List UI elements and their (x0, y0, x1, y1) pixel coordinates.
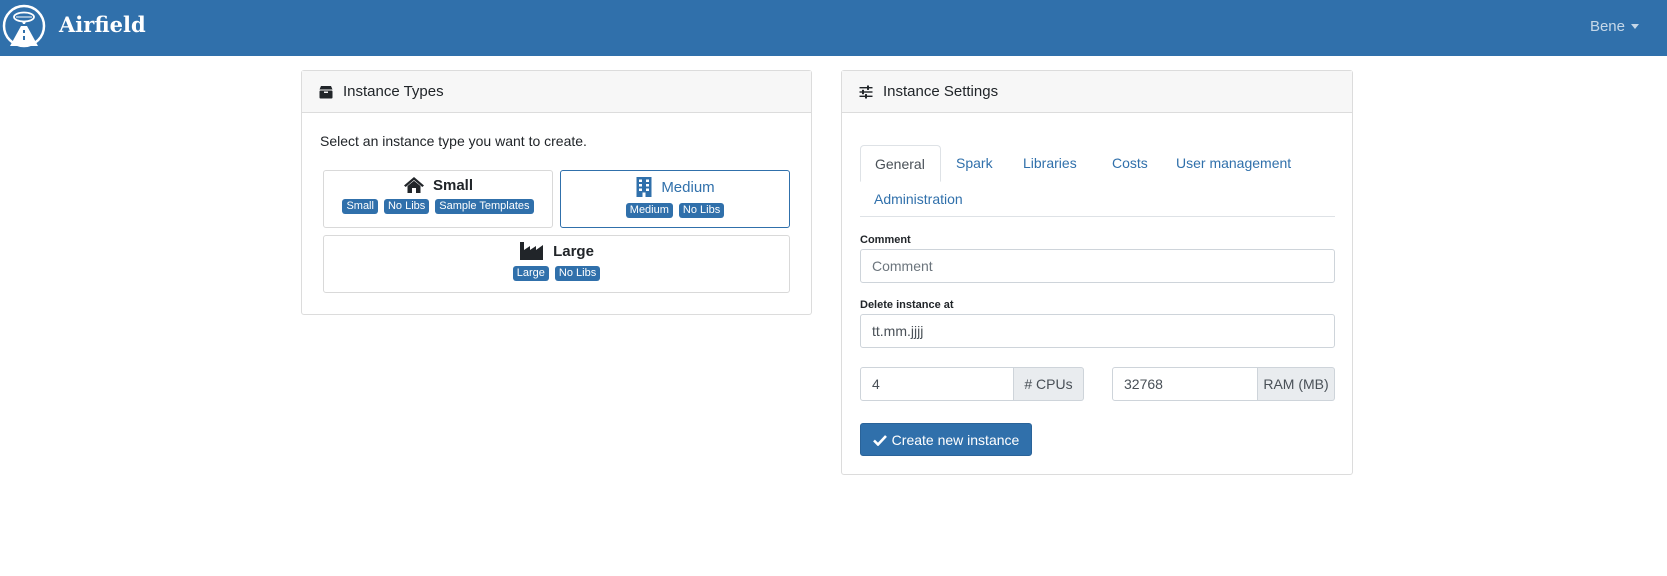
instance-types-intro: Select an instance type you want to crea… (320, 133, 587, 149)
instance-settings-card: Instance Settings General Spark Librarie… (841, 70, 1353, 475)
tab-libraries[interactable]: Libraries (1023, 155, 1077, 171)
tab-user-management[interactable]: User management (1176, 155, 1291, 171)
ram-input[interactable] (1112, 367, 1258, 401)
chevron-down-icon (1631, 24, 1639, 29)
app-title[interactable]: Airfield (59, 12, 146, 37)
comment-input[interactable] (860, 249, 1335, 283)
industry-icon (520, 242, 544, 260)
instance-settings-title: Instance Settings (883, 83, 999, 100)
instance-type-medium[interactable]: Medium Medium No Libs (560, 170, 790, 228)
comment-label: Comment (860, 234, 911, 246)
user-name: Bene (1589, 18, 1625, 35)
tab-spark[interactable]: Spark (956, 155, 993, 171)
instance-types-header: Instance Types (302, 71, 811, 113)
badge: Medium (625, 203, 673, 218)
ram-addon: RAM (MB) (1258, 367, 1335, 401)
delete-instance-label: Delete instance at (860, 299, 954, 311)
delete-date-input[interactable] (860, 314, 1335, 348)
cpus-input[interactable] (860, 367, 1014, 401)
create-instance-button[interactable]: Create new instance (860, 423, 1032, 456)
instance-types-card: Instance Types Select an instance type y… (301, 70, 812, 315)
create-button-label: Create new instance (891, 431, 1020, 448)
box-icon (319, 85, 333, 98)
badge: No Libs (554, 266, 601, 281)
tab-general[interactable]: General (860, 145, 941, 182)
airship-logo-icon[interactable] (2, 4, 46, 48)
sliders-icon (859, 85, 873, 98)
tab-costs[interactable]: Costs (1112, 155, 1148, 171)
badge: No Libs (678, 203, 725, 218)
building-icon (636, 177, 652, 197)
badge: No Libs (383, 199, 430, 214)
cpus-addon: # CPUs (1014, 367, 1084, 401)
user-menu-dropdown[interactable]: Bene (1590, 18, 1639, 35)
instance-settings-header: Instance Settings (842, 71, 1352, 113)
badge: Large (512, 266, 549, 281)
home-icon (403, 177, 424, 193)
checkmark-icon (872, 434, 887, 446)
settings-tabs: General Spark Libraries Costs User manag… (860, 145, 1335, 217)
top-navbar: Airfield Bene (0, 0, 1667, 56)
instance-type-small[interactable]: Small Small No Libs Sample Templates (323, 170, 553, 228)
instance-type-name: Large (553, 242, 594, 260)
badge: Sample Templates (435, 199, 534, 214)
instance-types-title: Instance Types (343, 83, 444, 100)
instance-type-name: Small (432, 176, 474, 194)
badge: Small (342, 199, 378, 214)
instance-type-name: Medium (661, 178, 715, 196)
tab-administration[interactable]: Administration (874, 191, 963, 207)
instance-type-large[interactable]: Large Large No Libs (323, 235, 790, 293)
